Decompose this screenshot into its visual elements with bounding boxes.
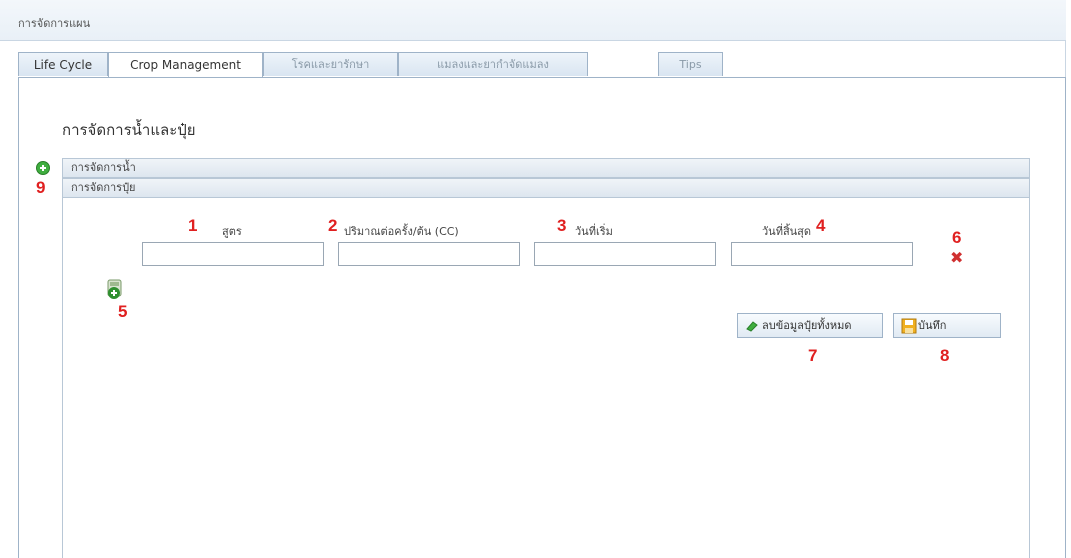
formula-input[interactable] (142, 242, 324, 266)
accordion-water-header[interactable]: การจัดการน้ำ (62, 158, 1030, 178)
delete-x-icon[interactable]: ✖ (950, 250, 963, 266)
add-fertilizer-icon[interactable] (104, 278, 126, 300)
tab-tips[interactable]: Tips (658, 52, 723, 76)
floppy-disk-icon (901, 318, 917, 334)
start-date-label: วันที่เริ่ม (575, 225, 613, 238)
save-label: บันทึก (918, 319, 947, 332)
amount-input[interactable] (338, 242, 520, 266)
app-window: การจัดการแผน Life Cycle Crop Management … (0, 0, 1066, 558)
annotation-6: 6 (952, 228, 962, 247)
start-date-input[interactable] (534, 242, 716, 266)
tab-disease-treatment[interactable]: โรคและยารักษา (263, 52, 398, 76)
annotation-7: 7 (808, 346, 818, 365)
title-bar: การจัดการแผน (0, 0, 1066, 41)
window-title: การจัดการแผน (18, 17, 91, 30)
end-date-label: วันที่สิ้นสุด (762, 225, 812, 238)
annotation-3: 3 (557, 216, 567, 235)
tab-life-cycle[interactable]: Life Cycle (18, 52, 108, 76)
tab-insect-pesticide[interactable]: แมลงและยากำจัดแมลง (398, 52, 588, 76)
annotation-1: 1 (188, 216, 198, 235)
annotation-9: 9 (36, 178, 46, 197)
amount-label: ปริมาณต่อครั้ง/ต้น (CC) (344, 225, 459, 238)
tab-bar: Life Cycle Crop Management โรคและยารักษา… (18, 52, 1066, 78)
accordion-fertilizer-header[interactable]: การจัดการปุ๋ย (62, 178, 1030, 198)
annotation-4: 4 (816, 216, 826, 235)
annotation-2: 2 (328, 216, 338, 235)
annotation-8: 8 (940, 346, 950, 365)
end-date-input[interactable] (731, 242, 913, 266)
formula-label: สูตร (222, 225, 242, 238)
annotation-5: 5 (118, 302, 128, 321)
plus-circle-icon[interactable] (36, 161, 50, 175)
clear-all-fertilizer-button[interactable]: ลบข้อมูลปุ๋ยทั้งหมด (737, 313, 883, 338)
clear-all-label: ลบข้อมูลปุ๋ยทั้งหมด (762, 319, 852, 332)
tab-crop-management[interactable]: Crop Management (108, 52, 263, 78)
save-button[interactable]: บันทึก (893, 313, 1001, 338)
eraser-icon (746, 321, 758, 332)
section-title: การจัดการน้ำและปุ๋ย (62, 121, 196, 139)
